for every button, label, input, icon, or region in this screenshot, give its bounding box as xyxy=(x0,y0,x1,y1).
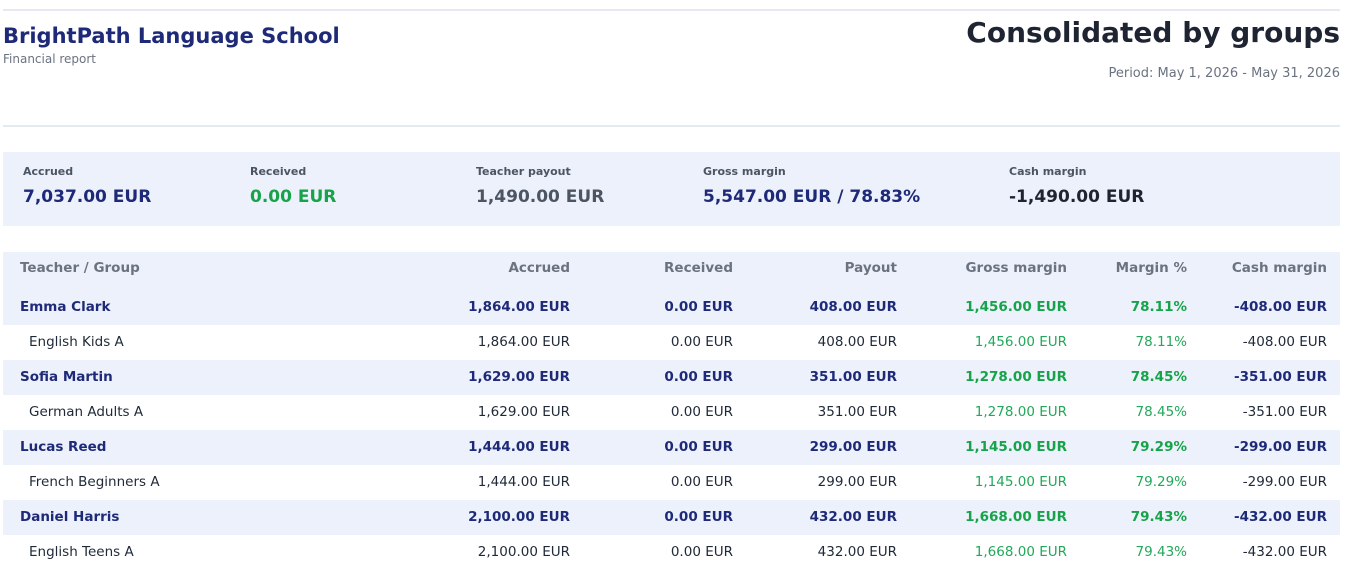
summary-value: -1,490.00 EUR xyxy=(1009,187,1145,207)
cell-gross-margin: 1,145.00 EUR xyxy=(974,474,1067,490)
cell-received: 0.00 EUR xyxy=(664,509,733,525)
summary-label: Teacher payout xyxy=(476,165,571,178)
summary-label: Gross margin xyxy=(703,165,786,178)
cell-margin-pct: 79.29% xyxy=(1135,474,1187,490)
summary-label: Received xyxy=(250,165,307,178)
cell-teacher-group: Daniel Harris xyxy=(20,509,120,525)
summary-value: 5,547.00 EUR / 78.83% xyxy=(703,187,921,207)
group-row: English Kids A 1,864.00 EUR 0.00 EUR 408.00… xyxy=(3,325,1340,360)
cell-teacher-group: French Beginners A xyxy=(29,474,160,490)
cell-gross-margin: 1,278.00 EUR xyxy=(965,369,1067,385)
cell-gross-margin: 1,145.00 EUR xyxy=(965,439,1067,455)
cell-margin-pct: 79.43% xyxy=(1130,509,1187,525)
cell-received: 0.00 EUR xyxy=(670,474,733,490)
cell-received: 0.00 EUR xyxy=(664,369,733,385)
summary-value: 0.00 EUR xyxy=(250,187,337,207)
cell-payout: 432.00 EUR xyxy=(809,509,897,525)
cell-cash-margin: -299.00 EUR xyxy=(1234,439,1327,455)
cell-received: 0.00 EUR xyxy=(664,299,733,315)
cell-accrued: 1,444.00 EUR xyxy=(468,439,570,455)
cell-payout: 432.00 EUR xyxy=(817,544,897,560)
cell-teacher-group: Emma Clark xyxy=(20,299,111,315)
cell-payout: 299.00 EUR xyxy=(809,439,897,455)
cell-teacher-group: Lucas Reed xyxy=(20,439,107,455)
cell-margin-pct: 78.45% xyxy=(1130,369,1187,385)
cell-gross-margin: 1,668.00 EUR xyxy=(974,544,1067,560)
column-header-payout: Payout xyxy=(844,260,897,276)
cell-margin-pct: 78.45% xyxy=(1135,404,1187,420)
column-header-teacher-group: Teacher / Group xyxy=(20,260,140,276)
school-name: BrightPath Language School xyxy=(3,24,340,48)
cell-payout: 351.00 EUR xyxy=(817,404,897,420)
cell-received: 0.00 EUR xyxy=(670,544,733,560)
table-header-row: Teacher / Group Accrued Received Payout … xyxy=(3,252,1340,290)
cell-received: 0.00 EUR xyxy=(664,439,733,455)
top-divider xyxy=(3,9,1340,11)
cell-cash-margin: -299.00 EUR xyxy=(1242,474,1327,490)
cell-teacher-group: English Teens A xyxy=(29,544,134,560)
cell-gross-margin: 1,278.00 EUR xyxy=(974,404,1067,420)
column-header-gross-margin: Gross margin xyxy=(965,260,1067,276)
cell-accrued: 1,444.00 EUR xyxy=(477,474,570,490)
cell-payout: 408.00 EUR xyxy=(809,299,897,315)
cell-gross-margin: 1,668.00 EUR xyxy=(965,509,1067,525)
cell-accrued: 1,629.00 EUR xyxy=(477,404,570,420)
group-row: English Teens A 2,100.00 EUR 0.00 EUR 432.0… xyxy=(3,535,1340,568)
summary-value: 1,490.00 EUR xyxy=(476,187,605,207)
cell-cash-margin: -351.00 EUR xyxy=(1234,369,1327,385)
column-header-margin-pct: Margin % xyxy=(1115,260,1187,276)
report-table: Teacher / Group Accrued Received Payout … xyxy=(3,252,1340,568)
cell-gross-margin: 1,456.00 EUR xyxy=(965,299,1067,315)
report-page: BrightPath Language School Financial rep… xyxy=(0,0,1349,568)
cell-cash-margin: -351.00 EUR xyxy=(1242,404,1327,420)
cell-cash-margin: -432.00 EUR xyxy=(1242,544,1327,560)
cell-accrued: 2,100.00 EUR xyxy=(468,509,570,525)
cell-payout: 299.00 EUR xyxy=(817,474,897,490)
column-header-cash-margin: Cash margin xyxy=(1231,260,1327,276)
header-divider xyxy=(3,125,1340,127)
teacher-row: Emma Clark 1,864.00 EUR 0.00 EUR 408.00 EUR… xyxy=(3,290,1340,325)
cell-teacher-group: English Kids A xyxy=(29,334,124,350)
cell-received: 0.00 EUR xyxy=(670,404,733,420)
summary-label: Cash margin xyxy=(1009,165,1087,178)
cell-payout: 351.00 EUR xyxy=(809,369,897,385)
cell-teacher-group: Sofia Martin xyxy=(20,369,113,385)
cell-cash-margin: -408.00 EUR xyxy=(1242,334,1327,350)
column-header-accrued: Accrued xyxy=(508,260,570,276)
report-type: Financial report xyxy=(3,52,97,66)
cell-cash-margin: -408.00 EUR xyxy=(1234,299,1327,315)
cell-margin-pct: 78.11% xyxy=(1130,299,1187,315)
teacher-row: Sofia Martin 1,629.00 EUR 0.00 EUR 351.00 E… xyxy=(3,360,1340,395)
cell-received: 0.00 EUR xyxy=(670,334,733,350)
cell-gross-margin: 1,456.00 EUR xyxy=(974,334,1067,350)
cell-margin-pct: 78.11% xyxy=(1135,334,1187,350)
cell-cash-margin: -432.00 EUR xyxy=(1234,509,1327,525)
summary-label: Accrued xyxy=(23,165,74,178)
group-row: German Adults A 1,629.00 EUR 0.00 EUR 351.0… xyxy=(3,395,1340,430)
cell-margin-pct: 79.29% xyxy=(1130,439,1187,455)
summary-value: 7,037.00 EUR xyxy=(23,187,152,207)
cell-accrued: 1,864.00 EUR xyxy=(477,334,570,350)
column-header-received: Received xyxy=(664,260,733,276)
teacher-row: Lucas Reed 1,444.00 EUR 0.00 EUR 299.00 EUR… xyxy=(3,430,1340,465)
teacher-row: Daniel Harris 2,100.00 EUR 0.00 EUR 432.00 … xyxy=(3,500,1340,535)
cell-teacher-group: German Adults A xyxy=(29,404,144,420)
summary-panel: Accrued 7,037.00 EUR Received 0.00 EUR T… xyxy=(3,152,1340,226)
cell-accrued: 1,864.00 EUR xyxy=(468,299,570,315)
cell-accrued: 2,100.00 EUR xyxy=(477,544,570,560)
group-row: French Beginners A 1,444.00 EUR 0.00 EUR 29… xyxy=(3,465,1340,500)
report-period: Period: May 1, 2026 - May 31, 2026 xyxy=(1108,66,1340,81)
report-title: Consolidated by groups xyxy=(966,16,1340,49)
cell-payout: 408.00 EUR xyxy=(817,334,897,350)
cell-accrued: 1,629.00 EUR xyxy=(468,369,570,385)
cell-margin-pct: 79.43% xyxy=(1135,544,1187,560)
